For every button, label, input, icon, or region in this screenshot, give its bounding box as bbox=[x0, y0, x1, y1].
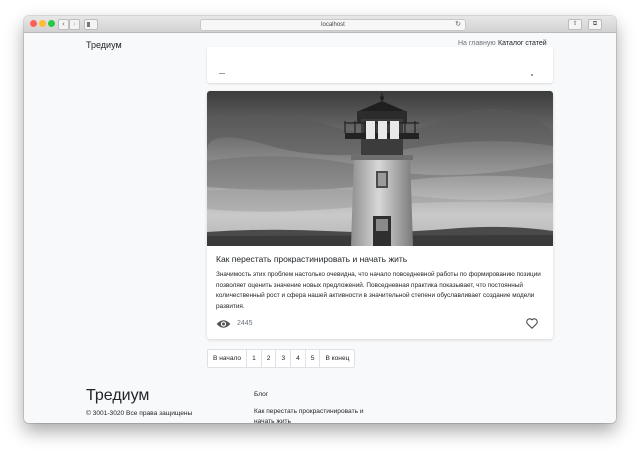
back-button[interactable]: ‹ bbox=[58, 19, 69, 30]
page-viewport[interactable]: Тредиум На главную Каталог статей Как пе… bbox=[24, 33, 616, 423]
article-excerpt: Значимость этих проблем настолько очевид… bbox=[216, 271, 541, 310]
previous-article-card bbox=[207, 47, 553, 83]
address-bar[interactable]: localhost ↻ bbox=[200, 19, 466, 31]
sidebar-toggle-button[interactable] bbox=[84, 19, 98, 30]
reload-icon[interactable]: ↻ bbox=[455, 20, 461, 30]
browser-window: ‹ › localhost ↻ ⇧ ⧉ Тредиум На главную К… bbox=[24, 16, 616, 423]
pagination-page-5[interactable]: 5 bbox=[304, 350, 320, 367]
nav-link-home[interactable]: На главную bbox=[458, 40, 496, 47]
tabs-icon: ⧉ bbox=[592, 21, 598, 27]
footer-article-link[interactable]: Как перестать прокрастинировать и начать… bbox=[254, 407, 384, 423]
pagination-page-1[interactable]: 1 bbox=[246, 350, 261, 367]
pagination-page-4[interactable]: 4 bbox=[290, 350, 305, 367]
close-window-button[interactable] bbox=[30, 20, 37, 27]
heart-icon[interactable] bbox=[525, 316, 539, 330]
eye-icon bbox=[219, 73, 225, 76]
zoom-window-button[interactable] bbox=[48, 20, 55, 27]
chevron-left-icon: ‹ bbox=[62, 21, 65, 28]
article-title[interactable]: Как перестать прокрастинировать и начать… bbox=[216, 254, 407, 264]
pagination-page-2[interactable]: 2 bbox=[260, 350, 276, 367]
header-brand[interactable]: Тредиум bbox=[86, 40, 122, 50]
article-card: Как перестать прокрастинировать и начать… bbox=[207, 91, 553, 339]
chevron-right-icon: › bbox=[73, 21, 76, 28]
url-text: localhost bbox=[321, 22, 345, 28]
pagination-last[interactable]: В конец bbox=[319, 350, 354, 367]
share-button[interactable]: ⇧ bbox=[568, 19, 582, 30]
footer-brand: Тредиум bbox=[86, 387, 150, 404]
article-image[interactable] bbox=[207, 91, 553, 246]
heart-icon[interactable] bbox=[531, 74, 533, 76]
tabs-overview-button[interactable]: ⧉ bbox=[588, 19, 602, 30]
footer-section-title: Блог bbox=[254, 391, 269, 398]
pagination-first[interactable]: В начало bbox=[208, 350, 246, 367]
browser-toolbar: ‹ › localhost ↻ ⇧ ⧉ bbox=[24, 16, 616, 33]
pagination-page-3[interactable]: 3 bbox=[275, 350, 290, 367]
minimize-window-button[interactable] bbox=[39, 20, 46, 27]
eye-icon bbox=[216, 320, 231, 328]
forward-button[interactable]: › bbox=[69, 19, 80, 30]
share-icon: ⇧ bbox=[572, 21, 578, 27]
views-count: 2445 bbox=[237, 320, 253, 327]
footer-copyright: © 3001-3020 Все права защищены bbox=[86, 410, 193, 417]
pagination: В начало 1 2 3 4 5 В конец bbox=[207, 349, 356, 368]
